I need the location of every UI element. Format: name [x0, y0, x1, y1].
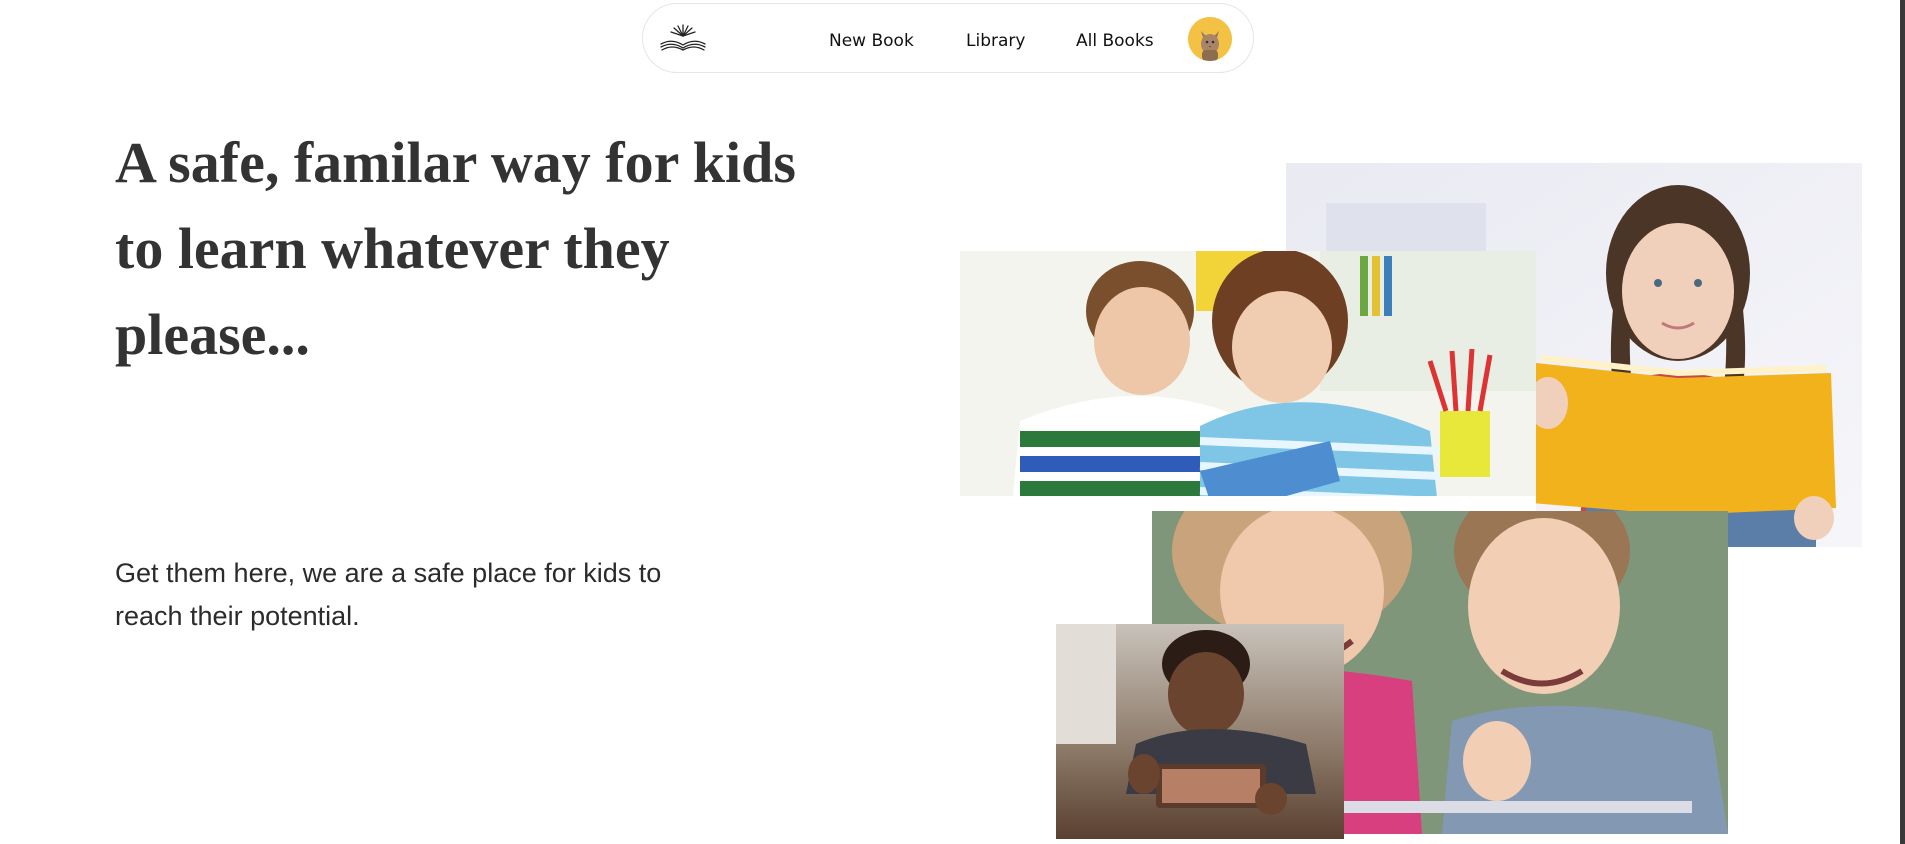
- top-navbar: New Book Library All Books: [642, 3, 1254, 73]
- cat-avatar-icon: [1188, 17, 1232, 61]
- nav-link-all-books[interactable]: All Books: [1076, 31, 1154, 51]
- page-scrollbar[interactable]: [1900, 0, 1905, 844]
- user-avatar[interactable]: [1188, 17, 1232, 61]
- nav-link-new-book[interactable]: New Book: [829, 31, 914, 51]
- photo-kids-sharing-tablet: [960, 251, 1536, 526]
- hero-heading: A safe, familar way for kids to learn wh…: [115, 130, 796, 367]
- open-book-logo-icon[interactable]: [659, 22, 707, 54]
- nav-link-library[interactable]: Library: [966, 31, 1025, 51]
- hero-subtitle: Get them here, we are a safe place for k…: [115, 558, 662, 631]
- photo-boy-using-tablet: [1056, 624, 1344, 839]
